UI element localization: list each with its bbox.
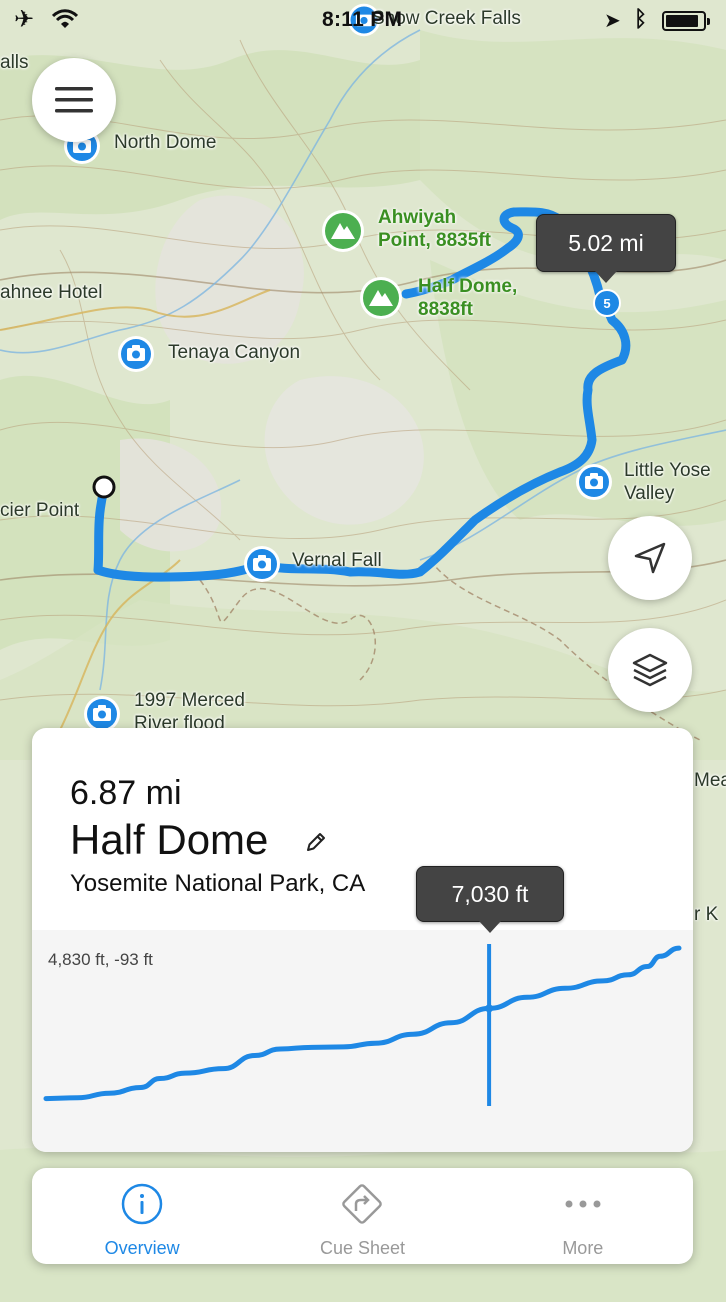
map-label-tenaya: Tenaya Canyon xyxy=(168,342,301,363)
hamburger-menu-icon xyxy=(55,87,93,113)
route-info-card[interactable]: 6.87 mi Half Dome Yosemite National Park… xyxy=(32,728,693,1152)
peak-label-half-dome-line2: 8838ft xyxy=(418,299,473,320)
distance-tooltip: 5.02 mi xyxy=(536,214,676,283)
map-label-edge-mea: Mea xyxy=(694,770,726,791)
peak-label-half-dome-line1: Half Dome, xyxy=(418,276,518,297)
map-label-falls: alls xyxy=(0,52,29,73)
wifi-icon xyxy=(52,9,78,28)
tab-cue-sheet[interactable]: Cue Sheet xyxy=(252,1168,472,1264)
info-circle-icon xyxy=(121,1183,163,1225)
tab-overview[interactable]: Overview xyxy=(32,1168,252,1264)
peak-ahwiyah-icon[interactable] xyxy=(320,208,366,254)
peak-label-ahwiyah-line1: Ahwiyah xyxy=(378,207,457,228)
map-label-ahwahnee: ahnee Hotel xyxy=(0,282,103,303)
map-label-north-dome: North Dome xyxy=(114,132,217,153)
mile-marker-icon[interactable]: 5 xyxy=(592,288,622,318)
menu-button[interactable] xyxy=(32,58,116,142)
status-time: 8:11 PM xyxy=(322,8,403,31)
peak-half-dome-icon[interactable] xyxy=(358,275,404,321)
battery-level xyxy=(666,15,698,27)
route-distance: 6.87 mi xyxy=(70,774,182,812)
route-title: Half Dome xyxy=(70,816,269,863)
airplane-mode-icon: ✈ xyxy=(14,6,35,33)
elevation-cursor-point xyxy=(485,1004,494,1013)
route-location: Yosemite National Park, CA xyxy=(70,870,366,897)
elevation-profile-line xyxy=(43,945,682,1102)
tab-more[interactable]: More xyxy=(473,1168,693,1264)
turn-sign-icon xyxy=(342,1184,383,1224)
navigation-arrow-icon xyxy=(634,542,666,574)
bluetooth-icon: ᛒ xyxy=(634,6,648,31)
elevation-chart-svg[interactable] xyxy=(32,930,693,1152)
tab-cue-sheet-label: Cue Sheet xyxy=(319,1238,406,1258)
peak-label-half-dome: Half Dome, 8838ft xyxy=(418,275,517,321)
elevation-tooltip-text: 7,030 ft xyxy=(451,880,529,907)
status-bar: ✈ 8:11 PM ➤ ᛒ xyxy=(0,0,726,42)
more-dots-icon xyxy=(565,1200,601,1208)
map-label-vernal-fall: Vernal Fall xyxy=(292,550,382,571)
tab-overview-label: Overview xyxy=(104,1238,180,1258)
map-layers-button[interactable] xyxy=(608,628,692,712)
map-label-little-yosemite-1: Little Yose xyxy=(624,460,711,481)
tab-more-label: More xyxy=(562,1238,604,1258)
peak-label-ahwiyah: Ahwiyah Point, 8835ft xyxy=(378,206,491,252)
distance-tooltip-text: 5.02 mi xyxy=(568,229,644,256)
mile-marker-number: 5 xyxy=(603,296,610,311)
camera-poi-little-yosemite-icon[interactable] xyxy=(574,462,614,502)
layers-icon xyxy=(632,653,668,687)
map-label-edge-rk: r K xyxy=(694,904,719,925)
elevation-tooltip: 7,030 ft xyxy=(416,866,564,933)
edit-pencil-icon[interactable] xyxy=(304,830,328,854)
bottom-tab-bar: Overview Cue Sheet More xyxy=(32,1168,693,1264)
battery-icon xyxy=(662,11,710,31)
map-label-little-yosemite-2: Valley xyxy=(624,483,675,504)
elevation-chart[interactable]: 4,830 ft, -93 ft xyxy=(32,930,693,1152)
app-screen: 5 alls Snow Creek Falls North Dome ahnee… xyxy=(0,0,726,1302)
camera-poi-vernal-fall-icon[interactable] xyxy=(242,544,282,584)
locate-me-button[interactable] xyxy=(608,516,692,600)
map-label-merced-1: 1997 Merced xyxy=(134,690,245,711)
map-label-glacier-point: cier Point xyxy=(0,500,80,521)
camera-poi-tenaya-icon[interactable] xyxy=(116,334,156,374)
location-arrow-icon: ➤ xyxy=(604,10,621,32)
peak-label-ahwiyah-line2: Point, 8835ft xyxy=(378,230,491,251)
route-start-marker xyxy=(92,475,116,499)
